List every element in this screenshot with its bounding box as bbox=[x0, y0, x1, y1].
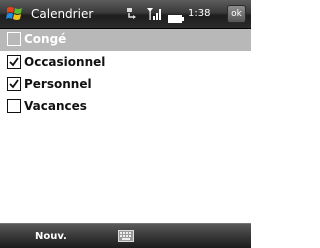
keyboard-icon[interactable] bbox=[118, 229, 134, 242]
checkbox-unchecked[interactable] bbox=[7, 32, 21, 46]
list-item-label: Occasionnel bbox=[24, 55, 106, 69]
sync-icon[interactable] bbox=[125, 7, 139, 21]
checkbox-unchecked[interactable] bbox=[7, 99, 21, 113]
battery-icon[interactable] bbox=[168, 10, 184, 23]
signal-icon[interactable] bbox=[146, 6, 162, 22]
app-title: Calendrier bbox=[31, 7, 94, 21]
softkey-bar: Nouv. bbox=[0, 223, 251, 248]
list-item-personnel[interactable]: Personnel bbox=[0, 74, 251, 96]
title-bar: Calendrier 1:38 ok bbox=[0, 0, 251, 29]
list-item-vacances[interactable]: Vacances bbox=[0, 96, 251, 118]
list-item-label: Congé bbox=[24, 32, 67, 46]
checkbox-checked[interactable] bbox=[7, 55, 21, 69]
checkbox-checked[interactable] bbox=[7, 77, 21, 91]
list-item-conge[interactable]: Congé bbox=[0, 29, 251, 51]
clock-time[interactable]: 1:38 bbox=[188, 8, 210, 19]
ok-button[interactable]: ok bbox=[227, 5, 246, 23]
new-softkey[interactable]: Nouv. bbox=[35, 231, 67, 242]
list-item-occasionnel[interactable]: Occasionnel bbox=[0, 52, 251, 74]
windows-start-icon[interactable] bbox=[6, 5, 24, 23]
list-item-label: Personnel bbox=[24, 77, 92, 91]
checkmark-icon bbox=[9, 79, 19, 89]
list-item-label: Vacances bbox=[24, 99, 87, 113]
screen: Calendrier 1:38 ok Congé Occasionnel Per… bbox=[0, 0, 251, 248]
checkmark-icon bbox=[9, 57, 19, 67]
